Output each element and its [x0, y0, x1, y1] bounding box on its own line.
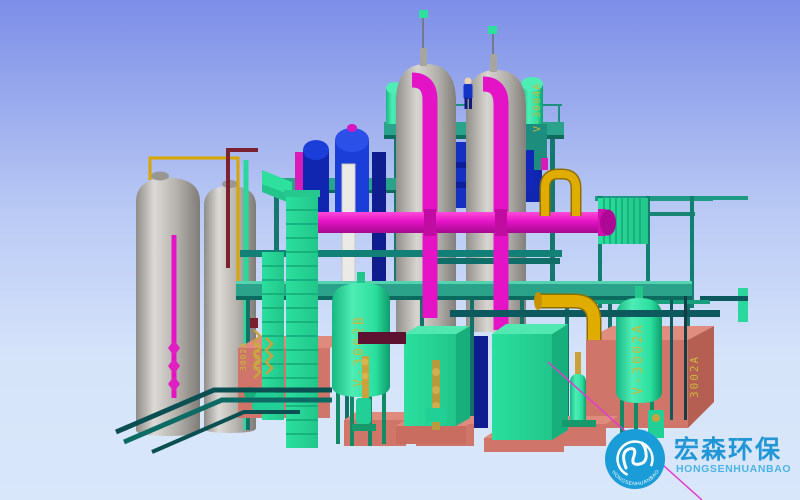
cad-3d-viewport: V-3004A: [0, 0, 800, 500]
maroon-duct: [358, 332, 406, 344]
tag-pump-a: 3002A: [239, 342, 248, 371]
plant-3d-render: V-3004A: [0, 0, 800, 500]
vent-instrument: [419, 10, 428, 18]
logo-text-cn: 宏森环保: [674, 435, 782, 464]
logo-text-en: HONGSENHUANBAO: [676, 463, 791, 475]
tag-pump-b: 3002B: [253, 342, 262, 371]
valve-diamonds: [168, 340, 180, 392]
logo-circle: [605, 429, 665, 489]
tag-v3002a: V-3002A: [631, 323, 646, 395]
tag-floating-3002a: 3002A: [688, 355, 701, 398]
green-tank-boxes: [404, 324, 568, 440]
tag-v3004a: V-3004A: [532, 83, 543, 132]
